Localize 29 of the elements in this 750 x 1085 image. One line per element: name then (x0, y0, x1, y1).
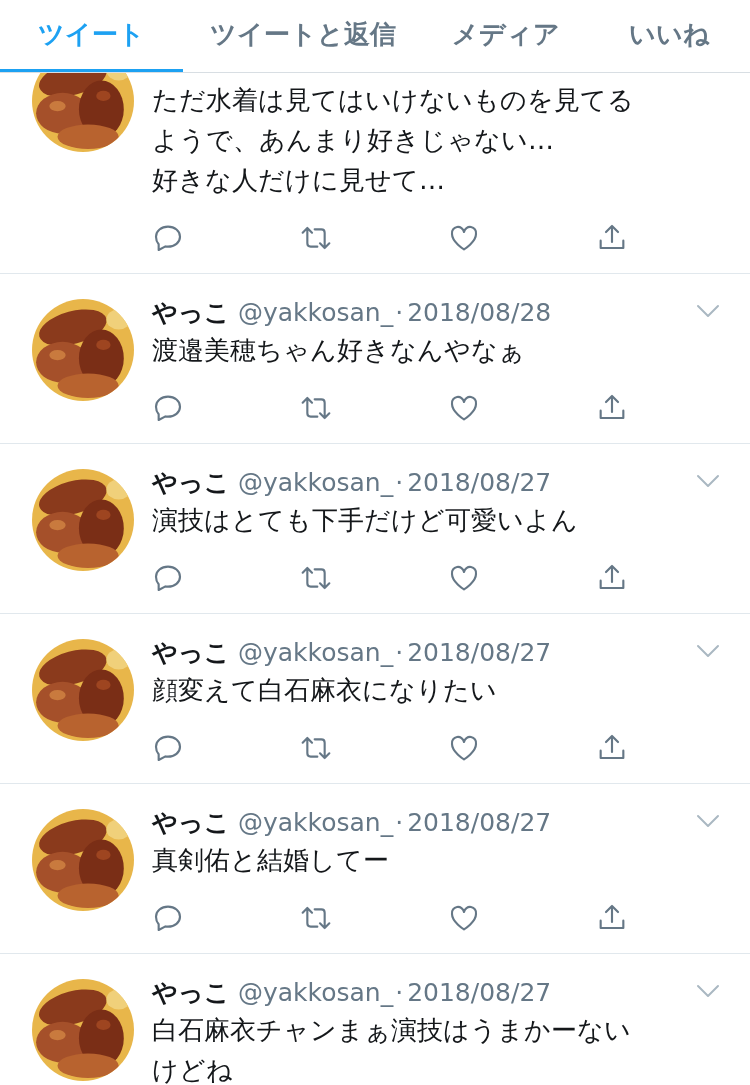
user-handle: @yakkosan_ (238, 297, 394, 327)
user-handle: @yakkosan_ (238, 977, 394, 1007)
tweet-date: 2018/08/27 (407, 637, 552, 667)
user-handle: @yakkosan_ (238, 467, 394, 497)
tab[interactable]: ツイートと返信 (183, 0, 423, 72)
tweet-text: 演技はとても下手だけど可愛いよん (152, 504, 579, 537)
tweet-date: 2018/08/27 (407, 977, 552, 1007)
separator: · (395, 467, 404, 497)
tab[interactable]: いいね (588, 0, 750, 72)
tweet-date: 2018/08/27 (407, 807, 552, 837)
user-name[interactable]: やっこ (152, 805, 230, 839)
user-name[interactable]: やっこ (152, 975, 230, 1009)
tweet-text: ただ水着は見てはいけないものを見てるようで、あんまり好きじゃない… 好きな人だけに見せて… (152, 84, 635, 197)
tab[interactable]: メディア (423, 0, 588, 72)
tweet-text: 真剣佑と結婚してー (152, 844, 390, 877)
user-handle: @yakkosan_ (238, 637, 394, 667)
separator: · (395, 637, 404, 667)
separator: · (395, 807, 404, 837)
user-handle: @yakkosan_ (238, 807, 394, 837)
tweet-text: 白石麻衣チャンまぁ演技はうまかーないけどね (152, 1014, 632, 1085)
tweet-date: 2018/08/28 (407, 297, 552, 327)
user-name[interactable]: やっこ (152, 465, 230, 499)
tweet-date: 2018/08/27 (407, 467, 552, 497)
separator: · (395, 977, 404, 1007)
user-name[interactable]: やっこ (152, 635, 230, 669)
separator: · (395, 297, 404, 327)
user-name[interactable]: やっこ (152, 295, 230, 329)
tweet-text: 顔変えて白石麻衣になりたい (152, 674, 498, 707)
tweet-text: 渡邉美穂ちゃん好きなんやなぁ (152, 334, 526, 367)
